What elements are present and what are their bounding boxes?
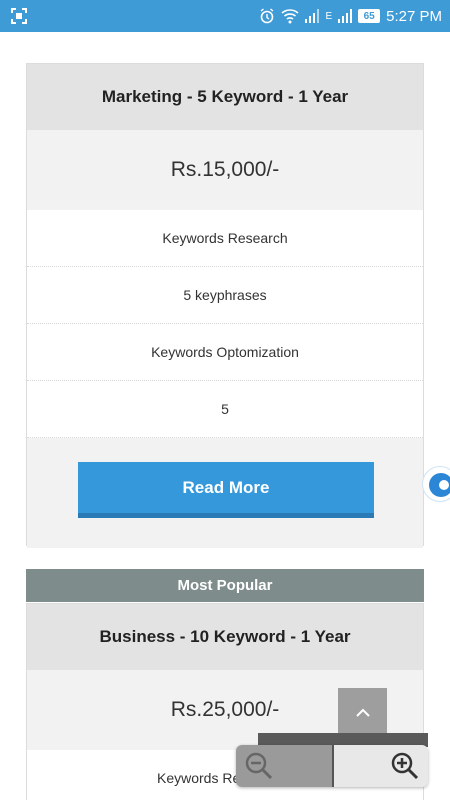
plan-feature: 5 keyphrases [27, 267, 423, 324]
zoom-in-button[interactable] [332, 745, 428, 787]
chat-widget-icon[interactable] [422, 466, 450, 502]
plan-feature: Keywords Research [27, 210, 423, 267]
chevron-up-icon [355, 708, 370, 717]
status-bar: E 65 5:27 PM [0, 0, 450, 32]
card-footer: Read More [27, 438, 423, 548]
zoom-in-icon [391, 752, 419, 780]
zoom-out-button[interactable] [236, 745, 332, 787]
read-more-button[interactable]: Read More [78, 462, 374, 518]
pricing-card-marketing: Marketing - 5 Keyword - 1 Year Rs.15,000… [26, 63, 424, 548]
plan-title: Business - 10 Keyword - 1 Year [27, 604, 423, 670]
zoom-controls [236, 745, 428, 787]
alarm-icon [261, 8, 274, 24]
signal-icon [338, 9, 353, 23]
screenshot-icon [11, 8, 27, 24]
signal-icon [305, 9, 320, 23]
plan-feature: 5 [27, 381, 423, 438]
wifi-icon [281, 9, 299, 24]
plan-title: Marketing - 5 Keyword - 1 Year [27, 64, 423, 130]
plan-feature: Keywords Optomization [27, 324, 423, 381]
network-type: E [325, 10, 333, 22]
clock: 5:27 PM [386, 7, 442, 25]
battery-icon: 65 [358, 9, 381, 23]
plan-price: Rs.15,000/- [27, 130, 423, 210]
most-popular-label: Most Popular [26, 569, 424, 602]
scroll-to-top-button[interactable] [338, 688, 387, 737]
zoom-out-icon [245, 752, 273, 780]
